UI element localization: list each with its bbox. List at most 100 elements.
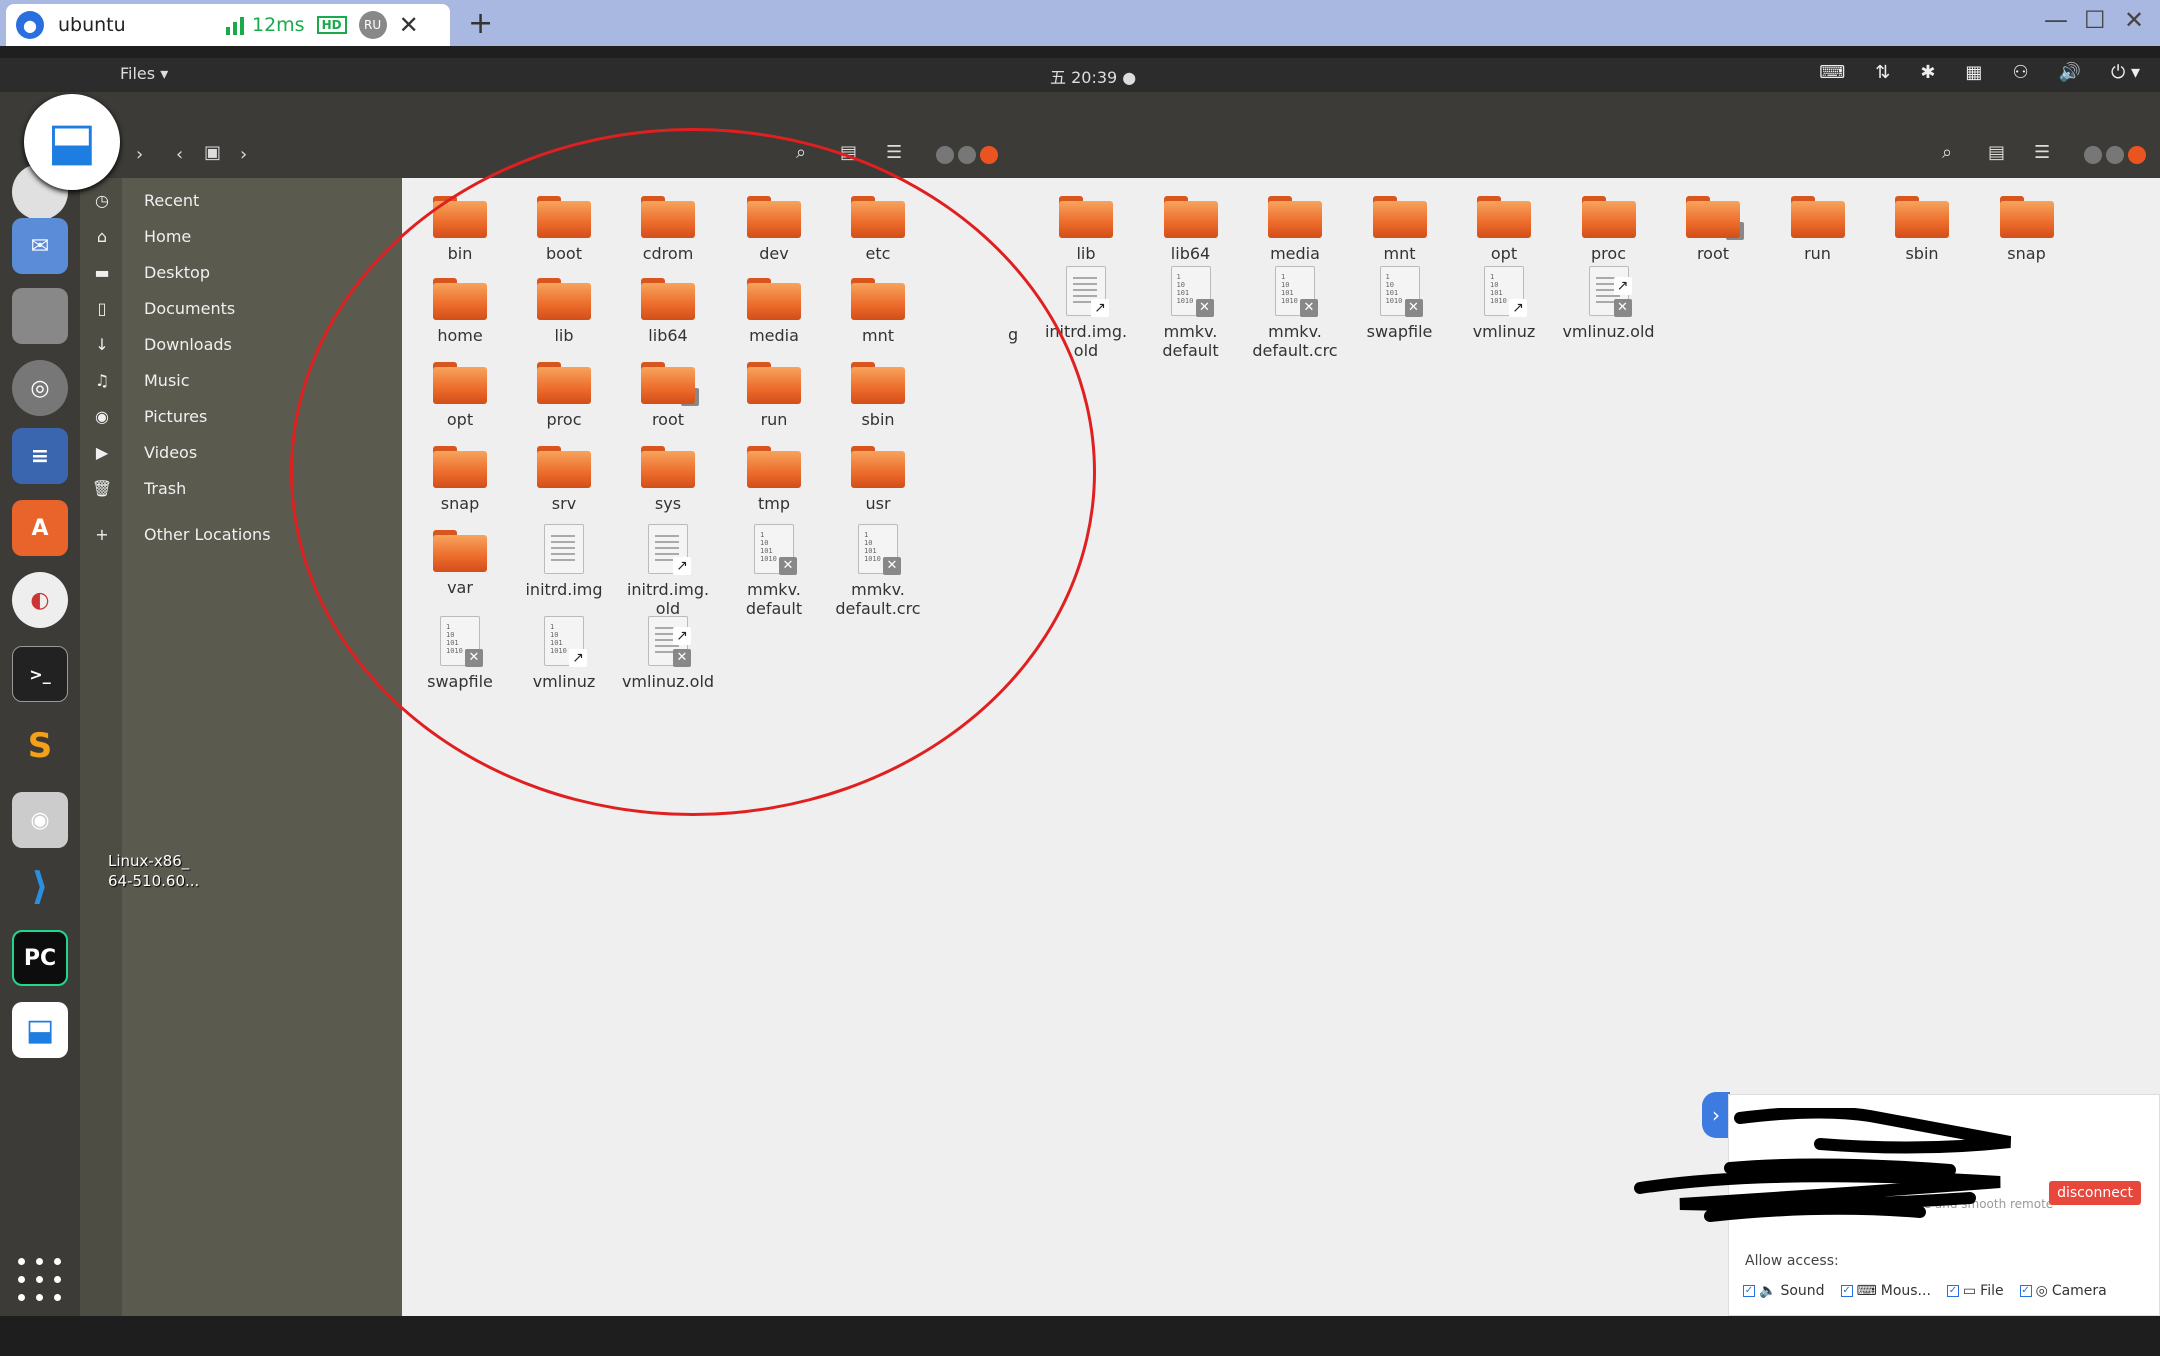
sidebar-item-recent[interactable]: ◷ Recent bbox=[90, 186, 199, 214]
file-item[interactable]: ✕ ↗ vmlinuz.old bbox=[1557, 266, 1661, 341]
folder-item[interactable]: ✕ root bbox=[1661, 196, 1765, 263]
file-item[interactable]: 1 10 101 1010 ✕ mmkv. default.crc bbox=[1243, 266, 1347, 360]
minimize-dot-right[interactable] bbox=[2084, 146, 2102, 164]
help-icon[interactable]: ◐ bbox=[12, 572, 68, 628]
search-icon-right[interactable]: ⌕ bbox=[1942, 142, 1952, 163]
disconnect-button[interactable]: disconnect bbox=[2049, 1181, 2141, 1205]
mouse-checkbox[interactable]: ✓ bbox=[1840, 1285, 1853, 1297]
folder-item[interactable]: run bbox=[1766, 196, 1870, 263]
system-indicators: ⌨ ⇅ ✱ ▦ ⚇ 🔊 ⏻ ▾ bbox=[1819, 62, 2140, 83]
back-icon[interactable]: ‹ bbox=[176, 144, 183, 165]
software-center-icon[interactable]: A bbox=[12, 500, 68, 556]
file-option[interactable]: ✓ ▭ File bbox=[1946, 1283, 2004, 1299]
sidebar-item-other-locations[interactable]: + Other Locations bbox=[90, 520, 270, 548]
pycharm-icon[interactable]: PC bbox=[12, 930, 68, 986]
remote-client-titlebar: ● ubuntu 12ms HD RU ✕ + — ☐ ✕ bbox=[0, 0, 2160, 46]
writer-icon[interactable]: ≡ bbox=[12, 428, 68, 484]
input-method-icon[interactable]: ▦ bbox=[1965, 62, 1982, 83]
close-window-button[interactable]: ✕ bbox=[2124, 6, 2144, 34]
clock[interactable]: 五 20:39 ● bbox=[1050, 64, 1136, 88]
sound-option[interactable]: ✓ 🔈 Sound bbox=[1743, 1283, 1825, 1299]
folder-item[interactable]: media bbox=[1243, 196, 1347, 263]
sidebar-item-pictures[interactable]: ◉ Pictures bbox=[90, 402, 207, 430]
desktop-label-1: Linux-x86_ bbox=[108, 852, 190, 870]
locked-badge-icon: ✕ bbox=[1613, 299, 1632, 317]
folder-item[interactable]: snap bbox=[1975, 196, 2079, 263]
show-apps-icon[interactable] bbox=[18, 1258, 62, 1302]
locked-badge-icon: ✕ bbox=[1404, 299, 1423, 317]
new-tab-button[interactable]: + bbox=[468, 6, 493, 41]
close-dot[interactable] bbox=[980, 146, 998, 164]
folder-item[interactable]: lib bbox=[1034, 196, 1138, 263]
folder-icon bbox=[1268, 196, 1322, 238]
session-tab[interactable]: ● ubuntu 12ms HD RU ✕ bbox=[6, 4, 450, 46]
file-icon: ▭ bbox=[1962, 1283, 1977, 1299]
menu-icon[interactable]: ☰ bbox=[886, 142, 902, 163]
access-options: ✓ 🔈 Sound ✓ ⌨ Mous... ✓ ▭ File ✓ ◎ Camera bbox=[1743, 1283, 2107, 1299]
hd-badge[interactable]: HD bbox=[316, 16, 347, 34]
folder-item[interactable]: mnt bbox=[1348, 196, 1452, 263]
accessibility-icon[interactable]: ⚇ bbox=[2012, 62, 2028, 83]
file-item[interactable]: 1 10 101 1010 ✕ mmkv. default bbox=[1139, 266, 1243, 360]
forward-icon[interactable]: › bbox=[136, 144, 143, 165]
sidebar-item-documents[interactable]: ▯ Documents bbox=[90, 294, 236, 322]
sublime-icon[interactable]: S bbox=[12, 718, 68, 774]
sidebar-item-music[interactable]: ♫ Music bbox=[90, 366, 190, 394]
sidebar-item-downloads[interactable]: ↓ Downloads bbox=[90, 330, 232, 358]
vscode-icon[interactable]: ⟩ bbox=[12, 858, 68, 914]
folder-icon bbox=[1895, 196, 1949, 238]
folder-item[interactable]: sbin bbox=[1870, 196, 1974, 263]
mail-icon[interactable]: ✉ bbox=[12, 218, 68, 274]
power-icon[interactable]: ⏻ ▾ bbox=[2111, 62, 2140, 83]
menu-icon-right[interactable]: ☰ bbox=[2034, 142, 2050, 163]
close-dot-right[interactable] bbox=[2128, 146, 2146, 164]
remote-app-badge-icon[interactable]: ⬓ bbox=[24, 94, 120, 190]
forward-small-icon[interactable]: › bbox=[240, 144, 247, 165]
maximize-button[interactable]: ☐ bbox=[2084, 6, 2106, 34]
minimize-dot[interactable] bbox=[936, 146, 954, 164]
terminal-icon[interactable]: >_ bbox=[12, 646, 68, 702]
locked-badge-icon: ✕ bbox=[1195, 299, 1214, 317]
binary-glyph: 1 10 101 1010 bbox=[1490, 273, 1507, 305]
file-item[interactable]: 1 10 101 1010 ✕ swapfile bbox=[1348, 266, 1452, 341]
sound-checkbox[interactable]: ✓ bbox=[1743, 1285, 1755, 1297]
language-badge[interactable]: RU bbox=[358, 11, 387, 39]
maximize-dot-right[interactable] bbox=[2106, 146, 2124, 164]
file-item[interactable]: 1 10 101 1010 ↗ vmlinuz bbox=[1452, 266, 1556, 341]
files-launcher-icon[interactable] bbox=[12, 288, 68, 344]
network-icon[interactable]: ⇅ bbox=[1875, 62, 1890, 83]
sidebar-item-desktop[interactable]: ▬ Desktop bbox=[90, 258, 210, 286]
mouse-option[interactable]: ✓ ⌨ Mous... bbox=[1840, 1283, 1931, 1299]
trash-icon: 🗑 bbox=[91, 478, 113, 498]
sidebar-item-videos[interactable]: ▶ Videos bbox=[90, 438, 197, 466]
camera-checkbox[interactable]: ✓ bbox=[2019, 1285, 2032, 1297]
remote-app-icon[interactable]: ⬓ bbox=[12, 1002, 68, 1058]
view-toggle-icon-right[interactable]: ▤ bbox=[1988, 142, 2005, 163]
folder-item[interactable]: lib64 bbox=[1139, 196, 1243, 263]
file-checkbox[interactable]: ✓ bbox=[1946, 1285, 1959, 1297]
folder-icon bbox=[1163, 196, 1218, 238]
symlink-badge-icon: ↗ bbox=[1091, 299, 1109, 317]
folder-item[interactable]: opt bbox=[1452, 196, 1556, 263]
camera-icon: ◎ bbox=[2035, 1283, 2048, 1299]
minimize-button[interactable]: — bbox=[2044, 6, 2068, 34]
app-menu-files[interactable]: Files ▾ bbox=[120, 64, 168, 83]
close-tab-icon[interactable]: ✕ bbox=[399, 11, 419, 39]
camera-option[interactable]: ✓ ◎ Camera bbox=[2019, 1283, 2107, 1299]
profile-icon: ● bbox=[16, 11, 44, 39]
audio-icon[interactable]: ◎ bbox=[12, 360, 68, 416]
camera-app-icon[interactable]: ◉ bbox=[12, 792, 68, 848]
home-icon: ⌂ bbox=[96, 226, 108, 246]
sidebar-item-home[interactable]: ⌂ Home bbox=[90, 222, 191, 250]
keyboard-icon[interactable]: ⌨ bbox=[1819, 62, 1845, 83]
plus-icon: + bbox=[95, 524, 109, 544]
folder-item[interactable]: proc bbox=[1557, 196, 1661, 263]
signal-icon bbox=[226, 15, 244, 35]
volume-icon[interactable]: 🔊 bbox=[2059, 62, 2081, 83]
sidebar-item-trash[interactable]: 🗑 Trash bbox=[90, 474, 186, 502]
maximize-dot[interactable] bbox=[958, 146, 976, 164]
bluetooth-icon[interactable]: ✱ bbox=[1920, 62, 1935, 83]
desktop-label-2: 64-510.60... bbox=[108, 872, 200, 890]
location-icon[interactable]: ▣ bbox=[204, 142, 221, 163]
sidebar-item-label: Videos bbox=[144, 442, 198, 462]
